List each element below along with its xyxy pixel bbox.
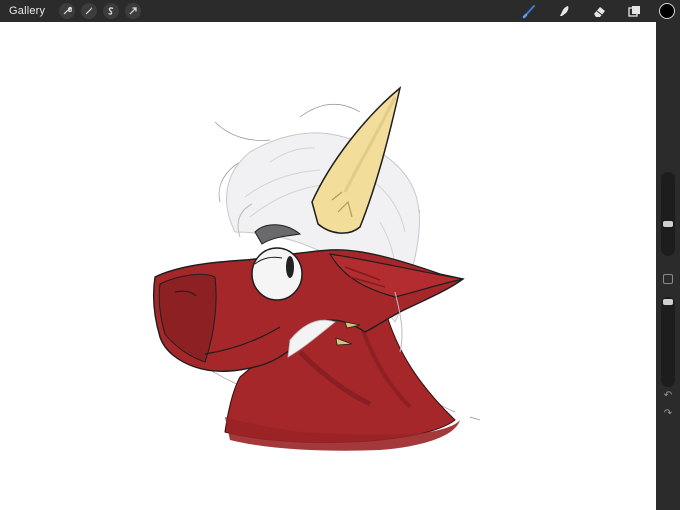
brush-size-handle[interactable] <box>663 221 673 227</box>
opacity-handle[interactable] <box>663 299 673 305</box>
adjustments-button[interactable] <box>81 3 98 19</box>
side-toolbar: ↶ ↷ <box>656 22 680 510</box>
opacity-slider[interactable] <box>661 297 675 387</box>
modify-button[interactable] <box>663 274 673 284</box>
redo-icon: ↷ <box>663 408 673 419</box>
smudge-tool[interactable] <box>554 1 574 21</box>
smudge-icon <box>559 5 568 16</box>
color-picker-button[interactable] <box>659 3 675 19</box>
brush-tool[interactable] <box>519 1 539 21</box>
undo-icon: ↶ <box>663 390 673 401</box>
selection-icon <box>108 7 114 15</box>
brush-icon <box>522 4 535 18</box>
magic-wand-icon <box>85 7 94 15</box>
eraser-tool[interactable] <box>589 1 609 21</box>
selection-button[interactable] <box>103 3 120 19</box>
right-tool-group <box>519 0 680 22</box>
drawing-canvas[interactable] <box>0 22 656 510</box>
layers-button[interactable] <box>624 1 644 21</box>
layers-icon <box>627 5 640 17</box>
transform-arrow-icon <box>129 7 137 15</box>
character-artwork <box>152 86 481 451</box>
redo-button[interactable]: ↷ <box>656 408 680 419</box>
eraser-icon <box>593 6 605 17</box>
actions-button[interactable] <box>59 3 76 19</box>
brush-size-slider[interactable] <box>661 172 675 256</box>
gallery-button[interactable]: Gallery <box>9 5 45 17</box>
undo-button[interactable]: ↶ <box>656 390 680 401</box>
top-toolbar: Gallery <box>0 0 680 22</box>
wrench-icon <box>63 6 73 15</box>
transform-button[interactable] <box>125 3 142 19</box>
